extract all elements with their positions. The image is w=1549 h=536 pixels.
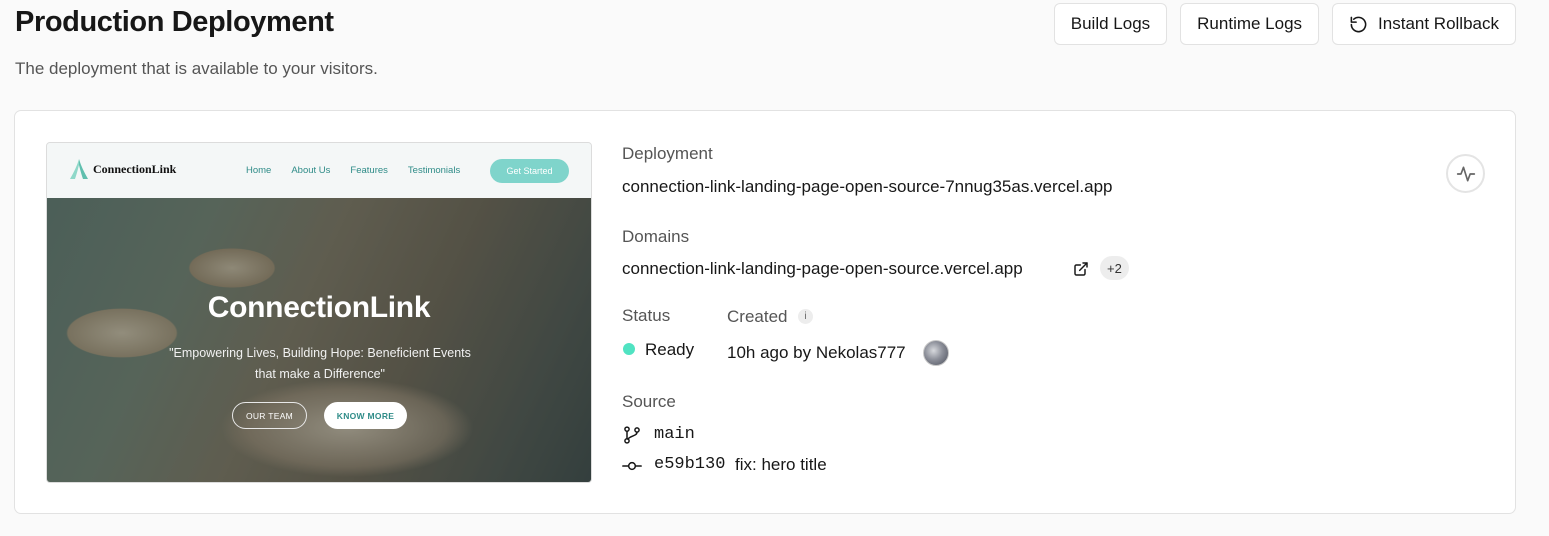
- preview-hero-title: ConnectionLink: [207, 291, 431, 324]
- preview-nav-links: Home About Us Features Testimonials: [246, 165, 460, 176]
- status-dot: [623, 343, 635, 355]
- source-commit-hash[interactable]: e59b130: [654, 455, 725, 474]
- preview-nav-testimonials: Testimonials: [407, 165, 461, 176]
- source-commit-message[interactable]: fix: hero title: [735, 455, 827, 475]
- status-label: Status: [622, 306, 671, 325]
- build-logs-button[interactable]: Build Logs: [1053, 3, 1168, 45]
- preview-logo: ConnectionLink: [69, 158, 176, 180]
- preview-hero: ConnectionLink "Empowering Lives, Buildi…: [47, 198, 591, 482]
- avatar[interactable]: [923, 340, 949, 366]
- source-branch[interactable]: main: [654, 425, 695, 444]
- preview-cta-button: Get Started: [490, 159, 569, 183]
- deployment-preview[interactable]: ConnectionLink Home About Us Features Te…: [46, 142, 592, 483]
- activity-button[interactable]: [1446, 154, 1485, 193]
- preview-logo-icon: [70, 159, 88, 179]
- page-header: Production Deployment The deployment tha…: [15, 0, 1516, 100]
- preview-know-more-button: KNOW MORE: [324, 402, 407, 429]
- deployment-card: ConnectionLink Home About Us Features Te…: [14, 110, 1516, 514]
- preview-our-team-button: OUR TEAM: [232, 402, 307, 429]
- build-logs-label: Build Logs: [1070, 14, 1151, 33]
- created-value: 10h ago by Nekolas777: [727, 343, 906, 362]
- runtime-logs-button[interactable]: Runtime Logs: [1180, 3, 1320, 45]
- preview-nav-home: Home: [246, 165, 272, 176]
- source-label: Source: [622, 392, 676, 411]
- activity-icon: [1456, 166, 1475, 181]
- rotate-ccw-icon: [1350, 16, 1367, 32]
- instant-rollback-button[interactable]: Instant Rollback: [1332, 3, 1516, 45]
- external-link-icon[interactable]: [1073, 261, 1089, 277]
- domains-extra-badge[interactable]: +2: [1100, 256, 1129, 280]
- preview-logo-text: ConnectionLink: [93, 161, 177, 176]
- page-subtitle: The deployment that is available to your…: [15, 59, 378, 78]
- domain-link[interactable]: connection-link-landing-page-open-source…: [622, 259, 1023, 279]
- header-actions: Build Logs Runtime Logs Instant Rollback: [1053, 3, 1516, 45]
- deployment-url[interactable]: connection-link-landing-page-open-source…: [622, 177, 1113, 197]
- runtime-logs-label: Runtime Logs: [1197, 14, 1303, 33]
- status-value: Ready: [645, 340, 695, 359]
- preview-hero-subtitle: "Empowering Lives, Building Hope: Benefi…: [169, 346, 471, 381]
- page-title: Production Deployment: [15, 6, 334, 38]
- git-branch-icon: [622, 425, 642, 445]
- preview-nav-about: About Us: [291, 165, 331, 176]
- preview-nav-features: Features: [350, 165, 388, 176]
- info-icon[interactable]: i: [798, 309, 813, 324]
- created-label: Created: [727, 307, 788, 326]
- git-commit-icon: [622, 456, 642, 476]
- instant-rollback-label: Instant Rollback: [1378, 14, 1499, 33]
- preview-navbar: ConnectionLink Home About Us Features Te…: [47, 143, 591, 198]
- domains-label: Domains: [622, 227, 690, 246]
- deployment-label: Deployment: [622, 144, 713, 163]
